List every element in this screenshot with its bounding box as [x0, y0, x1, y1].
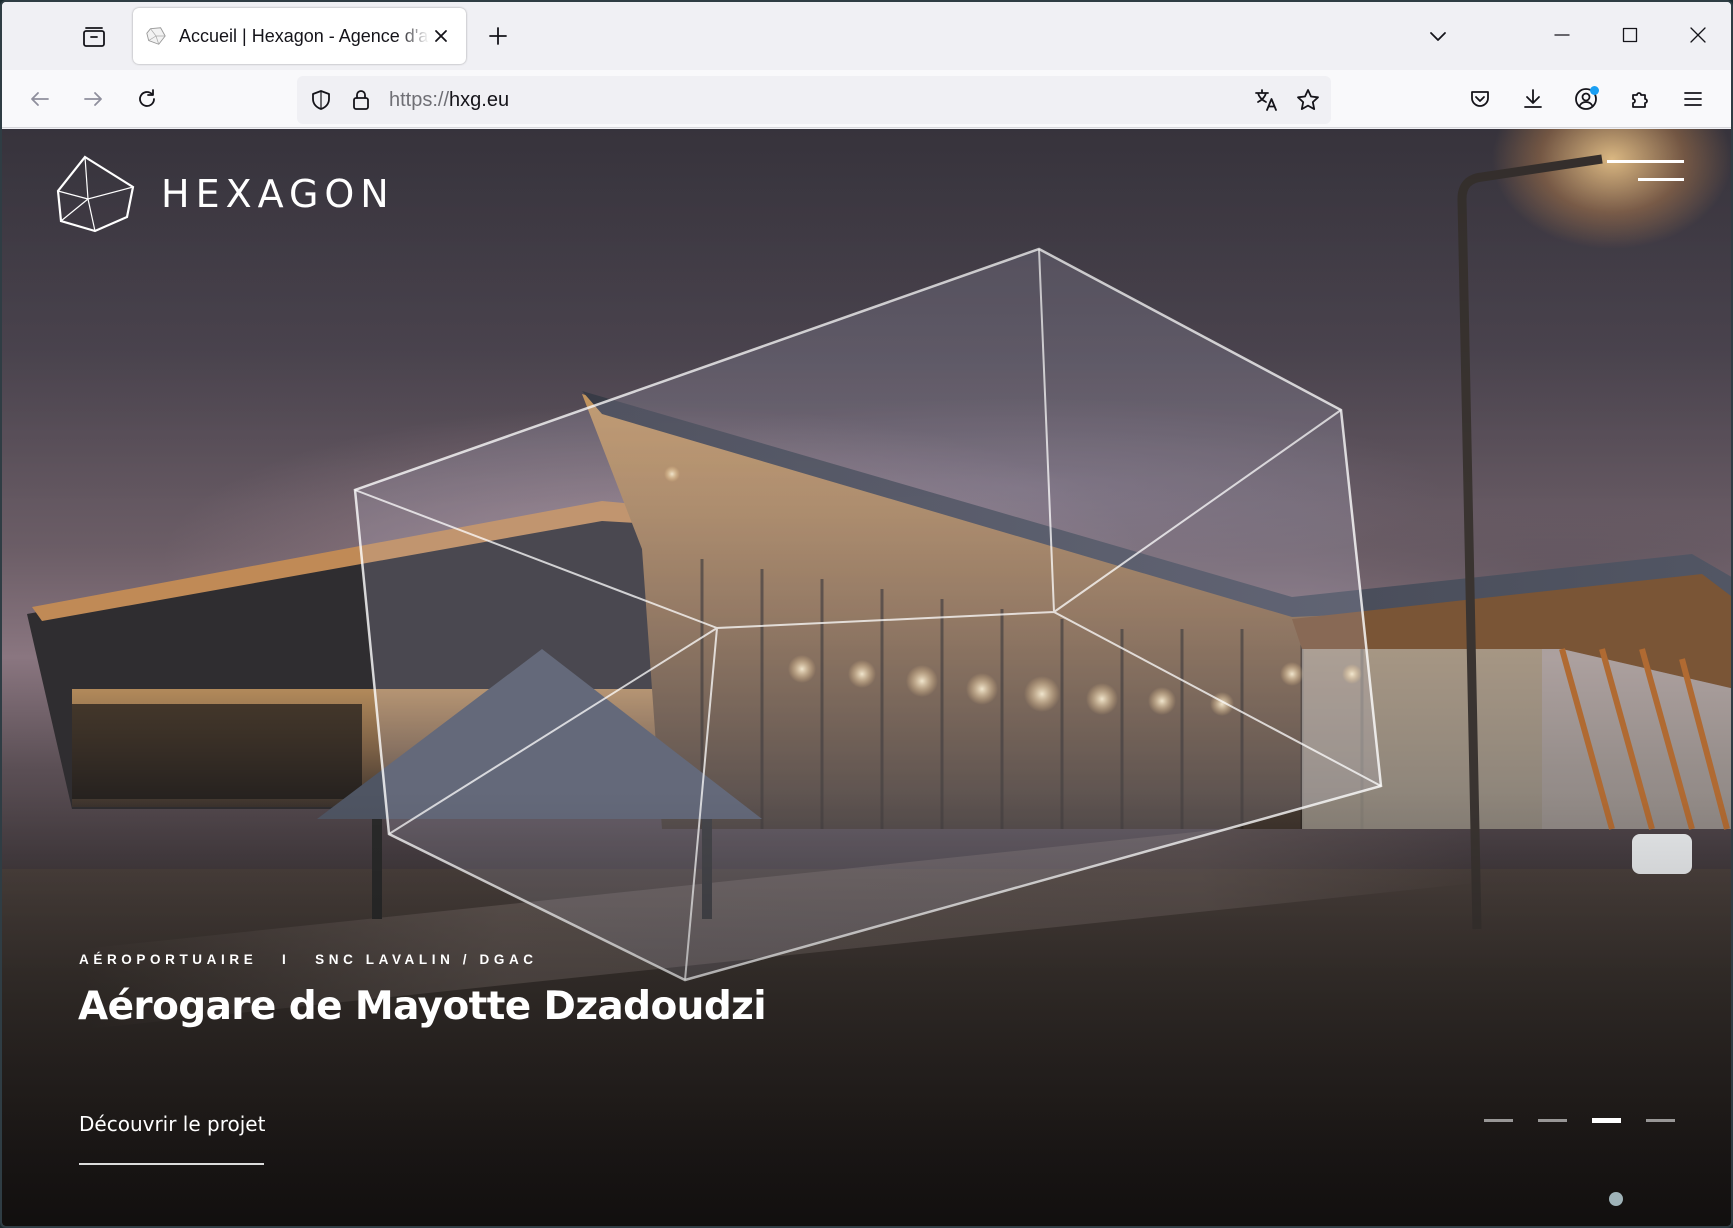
discover-project-link[interactable]: Découvrir le projet — [79, 1112, 265, 1136]
url-text: https://hxg.eu — [389, 89, 509, 112]
slider-pagination — [1484, 1118, 1675, 1123]
new-tab-button[interactable] — [480, 18, 516, 54]
minimize-icon — [1554, 34, 1570, 36]
forward-button[interactable] — [72, 78, 114, 120]
hexagon-favicon-icon — [146, 27, 166, 45]
project-category: AÉROPORTUAIRE — [79, 952, 258, 967]
navigation-toolbar: https://hxg.eu — [2, 70, 1731, 128]
extensions-button[interactable] — [1619, 78, 1661, 120]
browser-window: Accueil | Hexagon - Agence d'architectur… — [0, 0, 1733, 1228]
site-menu-button[interactable] — [1604, 151, 1684, 191]
reload-icon — [139, 89, 155, 107]
active-tab[interactable]: Accueil | Hexagon - Agence d'architectur… — [133, 8, 466, 64]
hamburger-line-top — [1607, 160, 1684, 163]
url-host: hxg.eu — [449, 89, 510, 111]
pocket-icon — [1471, 91, 1489, 107]
site-logo[interactable]: HEXAGON — [55, 155, 395, 233]
pocket-button[interactable] — [1459, 78, 1501, 120]
shield-icon — [312, 90, 330, 110]
project-title: Aérogare de Mayotte Dzadoudzi — [78, 984, 767, 1029]
star-icon[interactable] — [1295, 87, 1321, 113]
back-button[interactable] — [19, 78, 61, 120]
maximize-button[interactable] — [1605, 14, 1655, 56]
app-menu-button[interactable] — [1672, 78, 1714, 120]
puzzle-icon — [1632, 92, 1648, 108]
project-client: SNC LAVALIN / DGAC — [315, 952, 538, 967]
translate-icon[interactable] — [1253, 87, 1279, 113]
slide-indicator-2[interactable] — [1538, 1119, 1567, 1122]
list-all-tabs-button[interactable] — [1420, 18, 1456, 54]
cta-underline — [79, 1163, 264, 1165]
arrow-left-icon — [31, 92, 49, 106]
downloads-button[interactable] — [1512, 78, 1554, 120]
scroll-indicator-dot[interactable] — [1609, 1192, 1623, 1206]
account-button[interactable] — [1565, 78, 1607, 120]
chevron-down-icon — [1430, 32, 1446, 41]
tab-title: Accueil | Hexagon - Agence d'architectur… — [179, 25, 429, 46]
minimize-button[interactable] — [1537, 14, 1587, 56]
reload-button[interactable] — [126, 78, 168, 120]
download-icon — [1524, 89, 1542, 108]
slide-indicator-1[interactable] — [1484, 1119, 1513, 1122]
arrow-right-icon — [84, 92, 102, 106]
address-bar[interactable]: https://hxg.eu — [297, 76, 1331, 124]
menu-icon — [1684, 92, 1702, 106]
maximize-icon — [1622, 27, 1638, 43]
hexagon-wireframe-overlay — [353, 247, 1383, 982]
hexagon-logo-icon — [56, 155, 135, 233]
url-scheme: https:// — [389, 89, 450, 111]
tab-list-button[interactable] — [74, 20, 114, 54]
hamburger-line-bottom — [1638, 178, 1684, 181]
close-icon — [1690, 27, 1706, 43]
account-notification-badge — [1590, 86, 1599, 95]
slide-indicator-3[interactable] — [1592, 1118, 1621, 1123]
hero-photo-terminal — [27, 154, 1731, 982]
close-window-button[interactable] — [1673, 14, 1723, 56]
tab-list-icon — [83, 27, 105, 47]
web-page: HEXAGON AÉROPORTUAIRE I SNC LAVALIN / DG… — [2, 129, 1731, 1226]
logo-wordmark: HEXAGON — [161, 172, 395, 216]
project-meta: AÉROPORTUAIRE I SNC LAVALIN / DGAC — [79, 952, 538, 967]
tab-close-button[interactable] — [430, 25, 452, 47]
plus-icon — [489, 27, 507, 45]
close-icon — [435, 30, 447, 42]
lock-icon — [353, 90, 369, 110]
slide-indicator-4[interactable] — [1646, 1119, 1675, 1122]
meta-separator: I — [282, 952, 291, 967]
tab-strip: Accueil | Hexagon - Agence d'architectur… — [2, 2, 1731, 70]
